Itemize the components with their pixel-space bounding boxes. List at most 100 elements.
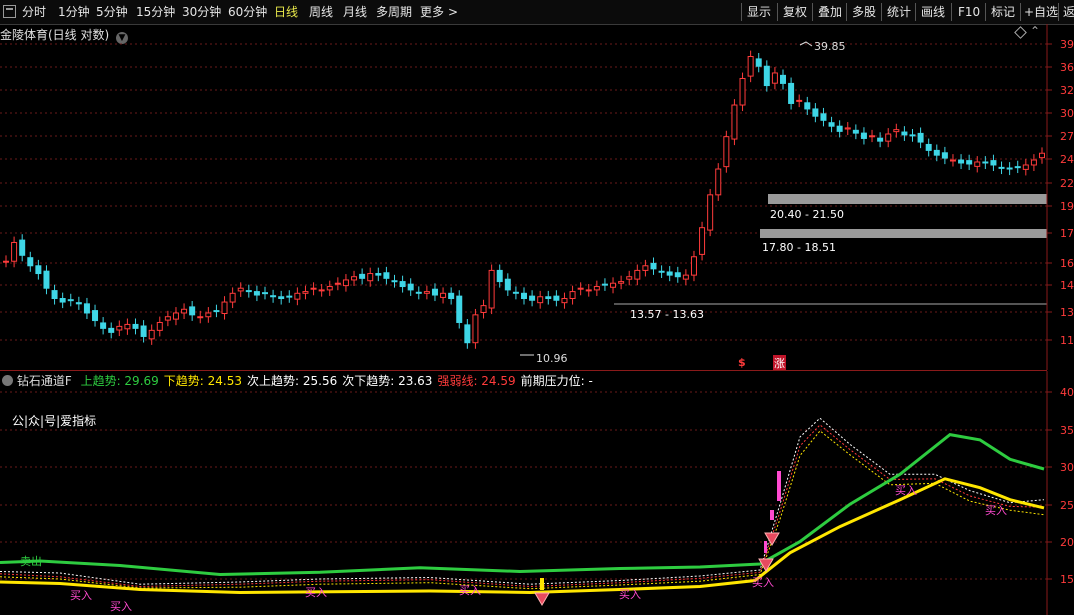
dollar-marker[interactable]: $ [738, 356, 746, 369]
candle-body [820, 113, 827, 121]
candle-body [593, 286, 600, 291]
candle-body [869, 135, 876, 138]
candle-body [464, 324, 471, 344]
sub-lower-trend-line [0, 430, 1045, 590]
candle-body [456, 295, 463, 323]
candle-body [812, 108, 819, 117]
candle-body [852, 129, 859, 134]
period-tab-multi[interactable]: 多周期 [376, 3, 412, 21]
mark-button[interactable]: 标记 [991, 3, 1015, 21]
candle-body [780, 74, 786, 84]
more-label: 更多 [420, 5, 445, 19]
period-tab-more[interactable]: 更多 > [420, 3, 458, 21]
draw-button[interactable]: 画线 [921, 3, 945, 21]
candle-body [836, 125, 843, 132]
period-tab-daily[interactable]: 日线 [274, 3, 298, 21]
candle-body [342, 279, 349, 287]
period-tab-30min[interactable]: 30分钟 [182, 3, 221, 21]
candle-body [415, 291, 422, 294]
candle-body [140, 325, 147, 337]
candle-body [504, 278, 511, 291]
candle-body [310, 287, 317, 290]
candle-body [917, 132, 924, 143]
y-tick-label: 17 [1060, 227, 1074, 240]
menu-icon[interactable] [3, 5, 16, 18]
y-tick-label: 19 [1060, 200, 1074, 213]
indicator-y-tick: 40 [1060, 386, 1074, 399]
period-toolbar: 分时 1分钟 5分钟 15分钟 30分钟 60分钟 日线 周线 月线 多周期 更… [0, 0, 1074, 25]
multi-stock-button[interactable]: 多股 [852, 3, 876, 21]
candle-body [610, 282, 617, 288]
candle-body [998, 166, 1005, 169]
candle-body [529, 295, 536, 301]
buy-signal-label-8: 买入 [985, 504, 1007, 517]
candle-body [189, 306, 196, 316]
buy-signal-label-1: 买入 [70, 589, 92, 602]
lower-trend-line [0, 477, 1045, 595]
candle-body [35, 265, 42, 275]
candle-body [1039, 152, 1045, 159]
candle-body [545, 296, 552, 300]
adjust-button[interactable]: 复权 [783, 3, 807, 21]
candle-body [262, 292, 268, 295]
candle-body [172, 312, 179, 320]
candle-body [83, 303, 90, 314]
candle-body [966, 160, 973, 165]
candle-body [1014, 166, 1021, 169]
candle-body [618, 281, 625, 284]
f10-button[interactable]: F10 [958, 3, 980, 21]
candle-body [658, 270, 665, 273]
candle-body [221, 301, 228, 315]
buy-signal-label-6: 买入 [752, 576, 774, 589]
candle-body [156, 321, 163, 331]
period-tab-60min[interactable]: 60分钟 [228, 3, 267, 21]
back-button[interactable]: 返 [1063, 3, 1074, 21]
sub-upper-trend-line [0, 417, 1045, 585]
candle-body [796, 99, 803, 102]
high-label: 39.85 [814, 40, 846, 53]
candle-body [286, 295, 293, 298]
candle-body [407, 283, 414, 291]
candle-body [124, 323, 131, 330]
display-button[interactable]: 显示 [747, 3, 771, 21]
candle-body [521, 292, 527, 300]
period-tab-5min[interactable]: 5分钟 [96, 3, 128, 21]
candle-body [844, 127, 851, 130]
period-tab-15min[interactable]: 15分钟 [136, 3, 175, 21]
period-tab-1min[interactable]: 1分钟 [58, 3, 90, 21]
candle-body [423, 291, 430, 294]
candle-body [391, 280, 398, 283]
candle-body [383, 272, 390, 279]
candle-body [19, 239, 26, 256]
candle-body [496, 269, 503, 283]
candle-body [132, 323, 139, 329]
stats-button[interactable]: 统计 [887, 3, 911, 21]
candle-body [197, 316, 204, 319]
candle-body [860, 132, 867, 139]
diamond-signal-icon [764, 532, 780, 546]
signal-bar [777, 471, 781, 501]
candle-body [982, 161, 989, 164]
candle-body [788, 82, 795, 104]
candle-body [100, 322, 107, 329]
limit-up-marker[interactable]: 涨 [773, 355, 786, 371]
period-tab-fenshi[interactable]: 分时 [22, 3, 46, 21]
candle-body [925, 143, 932, 151]
candle-body [893, 129, 900, 133]
add-watchlist-button[interactable]: +自选 [1024, 3, 1058, 21]
candle-body [949, 159, 956, 162]
candle-body [755, 58, 762, 67]
period-tab-weekly[interactable]: 周线 [309, 3, 333, 21]
y-tick-label: 39 [1060, 38, 1074, 51]
candle-body [245, 290, 252, 293]
candle-body [480, 305, 487, 313]
candle-body [642, 265, 649, 271]
candle-body [375, 273, 382, 276]
period-tab-monthly[interactable]: 月线 [343, 3, 367, 21]
overlay-button[interactable]: 叠加 [818, 3, 842, 21]
candle-body [278, 296, 285, 300]
candlestick-chart[interactable]: 39 36 32 30 27 24 22 19 17 16 14 13 11 [0, 24, 1074, 370]
candle-body [229, 292, 236, 303]
y-tick-label: 11 [1060, 334, 1074, 347]
candle-body [771, 72, 778, 84]
